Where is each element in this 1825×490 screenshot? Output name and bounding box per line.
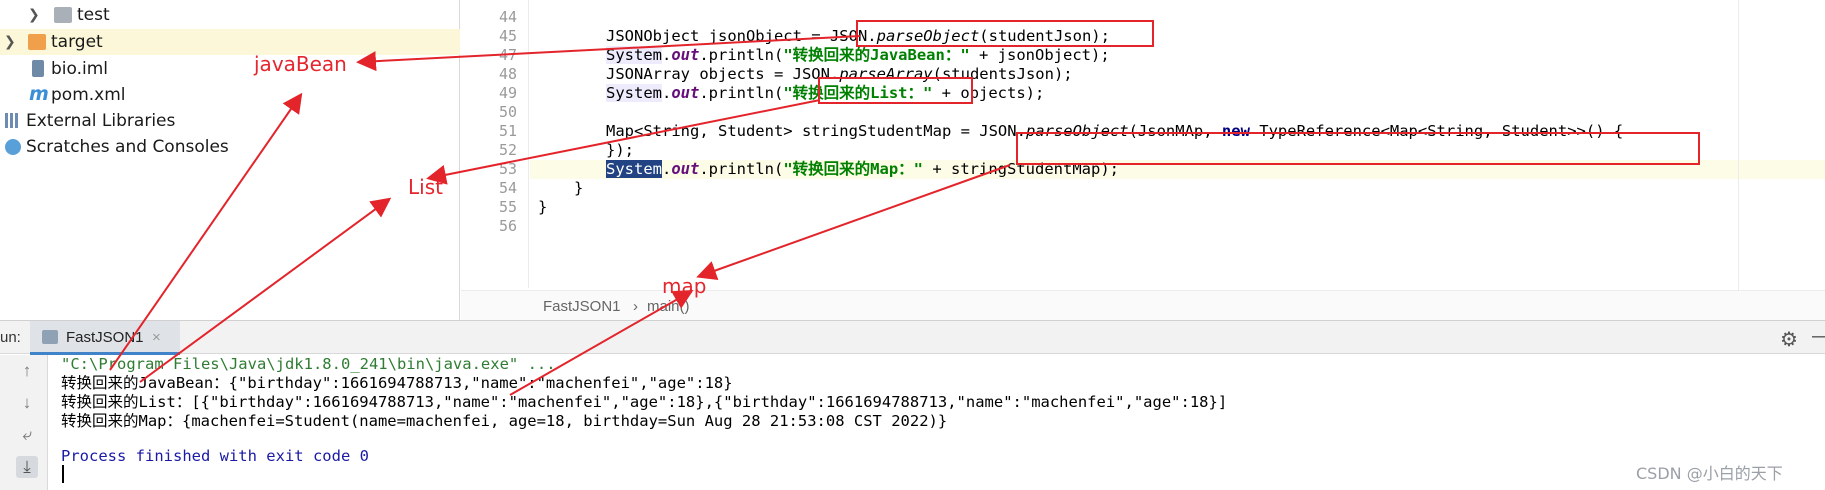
tree-item-label: pom.xml	[51, 85, 126, 105]
watermark: CSDN @小白的天下	[1636, 464, 1783, 483]
code-token: out	[671, 46, 700, 64]
code-token: .	[662, 160, 672, 178]
down-arrow-icon[interactable]: ↓	[16, 392, 38, 414]
console-output-line: 转换回来的JavaBean：{"birthday":1661694788713,…	[61, 374, 733, 392]
code-token: .println(	[699, 160, 784, 178]
tree-item-external-libraries[interactable]: External Libraries	[0, 108, 460, 134]
folder-icon	[28, 34, 46, 50]
console-exit-line: Process finished with exit code 0	[61, 447, 369, 465]
up-arrow-icon[interactable]: ↑	[16, 360, 38, 382]
tree-item-label: Scratches and Consoles	[26, 137, 229, 157]
run-tool-window-header: un: FastJSON1 × ⚙ —	[0, 320, 1825, 355]
code-token: Map<String, Student> stringStudentMap = …	[606, 122, 1026, 140]
line-number: 50	[498, 103, 517, 121]
line-number: 55	[498, 198, 517, 216]
run-config-icon	[42, 330, 58, 344]
minimize-icon[interactable]: —	[1812, 325, 1825, 348]
code-token: });	[606, 141, 634, 159]
highlight-box-parse-array	[818, 77, 973, 104]
chevron-right-icon[interactable]: ❯	[28, 8, 42, 22]
line-number: 51	[498, 122, 517, 140]
code-token: out	[671, 160, 700, 178]
console-output-line: 转换回来的List：[{"birthday":1661694788713,"na…	[61, 393, 1228, 411]
breadcrumb-method[interactable]: main()	[647, 298, 690, 315]
code-token: out	[671, 84, 700, 102]
code-token: }	[538, 198, 548, 216]
code-token: "转换回来的JavaBean："	[783, 46, 970, 64]
code-token: .	[662, 46, 672, 64]
line-number: 56	[498, 217, 517, 235]
code-token: "转换回来的Map："	[783, 160, 924, 178]
annotation-javabean: javaBean	[254, 52, 347, 76]
chevron-right-icon[interactable]: ❯	[4, 35, 18, 49]
line-number: 54	[498, 179, 517, 197]
run-label: un:	[0, 329, 21, 346]
code-token: JSONArray objects =	[606, 65, 793, 83]
code-token: .println(	[699, 84, 784, 102]
iml-file-icon	[32, 60, 44, 77]
tree-item-label: target	[51, 32, 103, 52]
line-number: 52	[498, 141, 517, 159]
line-number: 45	[498, 27, 517, 45]
highlight-box-type-reference	[1016, 132, 1700, 165]
line-number: 53	[498, 160, 517, 178]
annotation-map: map	[662, 274, 707, 298]
line-number: 44	[498, 8, 517, 26]
annotation-list: List	[408, 175, 443, 199]
gear-icon[interactable]: ⚙	[1780, 327, 1798, 352]
console-output-line: 转换回来的Map：{machenfei=Student(name=machenf…	[61, 412, 948, 430]
tree-item-test[interactable]: ❯ test	[0, 2, 460, 28]
tab-label: FastJSON1	[66, 329, 144, 346]
code-token: .	[662, 84, 672, 102]
code-token: }	[574, 179, 584, 197]
line-number: 47	[498, 46, 517, 64]
maven-icon: m	[29, 83, 49, 105]
code-token: System	[606, 46, 662, 64]
text-cursor	[62, 465, 64, 483]
code-line-55[interactable]: }	[536, 198, 547, 217]
tree-item-bio-iml[interactable]: bio.iml	[0, 56, 460, 82]
console-command-line: "C:\Program Files\Java\jdk1.8.0_241\bin\…	[61, 355, 556, 373]
folder-icon	[54, 7, 72, 23]
code-token: JSONObject jsonObject =	[606, 27, 830, 45]
soft-wrap-icon[interactable]: ⤶	[16, 424, 38, 446]
tree-item-target[interactable]: ❯ target	[0, 29, 460, 55]
breadcrumb-separator: ›	[633, 298, 638, 315]
breadcrumb-class[interactable]: FastJSON1	[543, 298, 621, 315]
tree-item-label: bio.iml	[51, 59, 109, 79]
project-tree: ❯ test ❯ target bio.iml m pom.xml Extern…	[0, 0, 460, 320]
scratches-icon	[5, 139, 21, 155]
scroll-to-end-icon[interactable]: ⤓	[16, 456, 38, 478]
console-output[interactable]: "C:\Program Files\Java\jdk1.8.0_241\bin\…	[49, 355, 1825, 490]
code-token-selected: System	[606, 160, 662, 178]
line-number: 48	[498, 65, 517, 83]
code-line-47[interactable]: System.out.println("转换回来的JavaBean：" + js…	[536, 46, 1110, 65]
right-margin-guide	[1738, 0, 1739, 290]
code-line-52[interactable]: });	[536, 141, 634, 160]
line-number: 49	[498, 84, 517, 102]
code-line-48[interactable]: JSONArray objects = JSON.parseArray(stud…	[536, 65, 1073, 84]
line-number-gutter: 44 45 47 48 49 50 51 52 53 54 55 56	[461, 0, 529, 288]
tree-item-scratches[interactable]: Scratches and Consoles	[0, 134, 460, 160]
close-tab-icon[interactable]: ×	[152, 329, 161, 346]
library-icon	[5, 113, 23, 129]
code-token: .println(	[699, 46, 784, 64]
tree-item-label: External Libraries	[26, 111, 176, 131]
code-line-54[interactable]: }	[536, 179, 583, 198]
run-toolbar: ↑ ↓ ⤶ ⤓	[0, 355, 48, 490]
tree-item-pom-xml[interactable]: m pom.xml	[0, 82, 460, 108]
code-token: + jsonObject);	[969, 46, 1110, 64]
code-token: System	[606, 84, 662, 102]
tree-item-label: test	[77, 5, 110, 25]
highlight-box-parse-object	[856, 20, 1154, 47]
